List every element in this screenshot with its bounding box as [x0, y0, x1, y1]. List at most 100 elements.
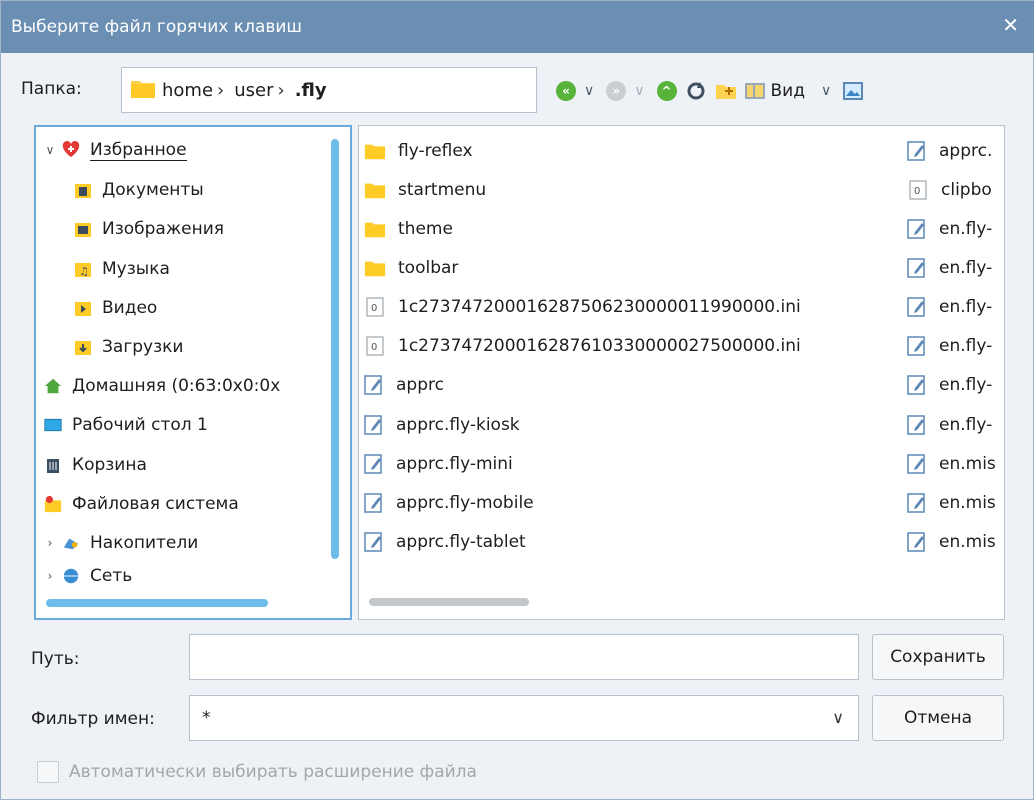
checkbox-box[interactable] [37, 761, 59, 783]
new-folder-icon [715, 85, 736, 99]
settings-file-icon: 0 [907, 179, 929, 201]
sidebar-item-downloads[interactable]: Загрузки [74, 334, 183, 360]
file-name: en.mis [939, 454, 996, 474]
sidebar-item-filesystem[interactable]: Файловая система [44, 491, 239, 517]
sidebar-item-home[interactable]: Домашняя (0:63:0x0:0x [44, 373, 280, 399]
folder-icon [364, 140, 386, 162]
desktop-icon [44, 416, 62, 434]
path-input[interactable] [189, 634, 859, 680]
list-item[interactable]: theme [364, 216, 453, 242]
list-item[interactable]: en.fly- [907, 255, 992, 281]
places-vertical-scrollbar[interactable] [331, 139, 339, 559]
text-file-icon [364, 453, 384, 475]
list-item[interactable]: en.mis [907, 529, 996, 555]
sidebar-item-label: Музыка [102, 259, 170, 279]
list-item[interactable]: toolbar [364, 255, 458, 281]
text-file-icon [364, 492, 384, 514]
back-button[interactable]: « [556, 78, 576, 104]
back-history-dropdown[interactable]: ∨ [584, 83, 594, 99]
videos-icon [74, 299, 92, 317]
pictures-icon [74, 220, 92, 238]
sidebar-item-label: Документы [102, 180, 204, 200]
chevron-down-icon: ∨ [832, 708, 844, 727]
sidebar-item-drives[interactable]: › Накопители [44, 530, 199, 556]
breadcrumb[interactable]: home › user › .fly [121, 67, 537, 113]
folder-icon [364, 257, 386, 279]
sidebar-item-videos[interactable]: Видео [74, 295, 157, 321]
places-horizontal-scrollbar[interactable] [46, 599, 268, 607]
list-item[interactable]: apprc.fly-mobile [364, 490, 534, 516]
preview-button[interactable] [843, 78, 864, 104]
list-item[interactable]: apprc.fly-kiosk [364, 412, 520, 438]
list-item[interactable]: en.fly- [907, 294, 992, 320]
up-icon: ^ [656, 81, 677, 101]
save-button[interactable]: Сохранить [872, 634, 1004, 680]
breadcrumb-current[interactable]: .fly [295, 80, 327, 101]
list-item[interactable]: en.fly- [907, 216, 992, 242]
text-file-icon [364, 531, 384, 553]
file-name: theme [398, 219, 453, 239]
file-name: apprc.fly-mobile [396, 493, 534, 513]
up-button[interactable]: ^ [656, 78, 677, 104]
new-folder-button[interactable] [715, 78, 737, 104]
sidebar-item-desktop[interactable]: Рабочий стол 1 [44, 412, 208, 438]
file-name: en.fly- [939, 336, 993, 356]
file-list-horizontal-scrollbar[interactable] [369, 598, 529, 606]
list-item[interactable]: en.mis [907, 490, 996, 516]
trash-icon [44, 456, 62, 474]
sidebar-item-label: Домашняя (0:63:0x0:0x [72, 376, 281, 396]
sidebar-item-label: Избранное [90, 139, 187, 161]
file-name: apprc [396, 375, 444, 395]
path-label: Путь: [31, 649, 80, 669]
sidebar-item-label: Накопители [90, 533, 199, 553]
sidebar-item-pictures[interactable]: Изображения [74, 216, 224, 242]
list-item[interactable]: 0 1c273747200016287610330000027500000.in… [364, 333, 801, 359]
settings-file-icon: 0 [364, 335, 386, 357]
sidebar-item-music[interactable]: ♫ Музыка [74, 256, 170, 282]
window-title: Выберите файл горячих клавиш [11, 17, 302, 37]
list-item[interactable]: en.fly- [907, 412, 992, 438]
list-item[interactable]: apprc.fly-tablet [364, 529, 526, 555]
sidebar-item-documents[interactable]: Документы [74, 177, 204, 203]
back-icon: « [556, 81, 576, 101]
file-name: en.fly- [939, 415, 993, 435]
sidebar-item-trash[interactable]: Корзина [44, 452, 147, 478]
refresh-button[interactable] [685, 78, 707, 104]
view-dropdown[interactable]: ∨ [821, 83, 831, 99]
file-name: 1c273747200016287506230000011990000.ini [398, 297, 801, 317]
file-name: en.mis [939, 493, 996, 513]
auto-extension-label: Автоматически выбирать расширение файла [69, 762, 477, 782]
file-name: startmenu [398, 180, 487, 200]
file-name: toolbar [398, 258, 459, 278]
downloads-icon [74, 338, 92, 356]
list-item[interactable]: 0 clipbo [907, 177, 992, 203]
list-item[interactable]: en.fly- [907, 372, 992, 398]
view-button[interactable]: Вид [744, 78, 805, 104]
list-item[interactable]: startmenu [364, 177, 486, 203]
close-icon[interactable]: ✕ [1002, 15, 1019, 35]
text-file-icon [907, 414, 927, 436]
list-item[interactable]: en.fly- [907, 333, 992, 359]
text-file-icon [907, 257, 927, 279]
chevron-right-icon[interactable]: › [44, 567, 56, 585]
cancel-button[interactable]: Отмена [872, 695, 1004, 741]
sidebar-item-favorites[interactable]: ∨ Избранное [44, 137, 187, 163]
file-name: apprc.fly-kiosk [396, 415, 520, 435]
list-item[interactable]: 0 1c273747200016287506230000011990000.in… [364, 294, 801, 320]
list-item[interactable]: en.mis [907, 451, 996, 477]
sidebar-item-network[interactable]: › Сеть [44, 567, 133, 585]
sidebar-item-label: Загрузки [102, 337, 184, 357]
file-name: 1c273747200016287610330000027500000.ini [398, 336, 801, 356]
forward-history-dropdown[interactable]: ∨ [634, 83, 644, 99]
forward-button[interactable]: » [606, 78, 627, 104]
list-item[interactable]: apprc. [907, 138, 992, 164]
list-item[interactable]: fly-reflex [364, 138, 473, 164]
list-item[interactable]: apprc [364, 372, 444, 398]
filter-select[interactable]: * ∨ [189, 695, 859, 741]
auto-extension-checkbox[interactable]: Автоматически выбирать расширение файла [37, 761, 477, 783]
chevron-right-icon[interactable]: › [44, 534, 56, 552]
file-name: clipbo [941, 180, 992, 200]
breadcrumb-home[interactable]: home [162, 80, 213, 101]
list-item[interactable]: apprc.fly-mini [364, 451, 513, 477]
breadcrumb-user[interactable]: user [234, 80, 273, 101]
